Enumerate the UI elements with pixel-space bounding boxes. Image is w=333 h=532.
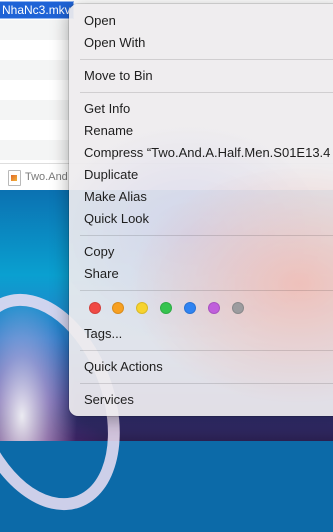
menu-item-compress[interactable]: Compress “Two.And.A.Half.Men.S01E13.4 — [84, 144, 330, 162]
menu-item-services[interactable]: Services — [84, 391, 134, 409]
tag-green-dot[interactable] — [160, 302, 172, 314]
menu-separator — [80, 290, 333, 291]
menu-item-open-with[interactable]: Open With — [84, 34, 145, 52]
tag-blue-dot[interactable] — [184, 302, 196, 314]
menu-separator — [80, 59, 333, 60]
path-file-label[interactable]: Two.And — [25, 171, 68, 183]
tag-purple-dot[interactable] — [208, 302, 220, 314]
menu-separator — [80, 235, 333, 236]
menu-item-move-to-bin[interactable]: Move to Bin — [84, 67, 153, 85]
menu-item-get-info[interactable]: Get Info — [84, 100, 130, 118]
selected-filename[interactable]: NhaNc3.mkv — [0, 1, 74, 19]
menu-item-make-alias[interactable]: Make Alias — [84, 188, 147, 206]
context-menu: Open Open With Move to Bin Get Info Rena… — [69, 4, 333, 416]
tag-gray-dot[interactable] — [232, 302, 244, 314]
menu-item-duplicate[interactable]: Duplicate — [84, 166, 138, 184]
menu-separator — [80, 350, 333, 351]
menu-item-rename[interactable]: Rename — [84, 122, 133, 140]
menu-item-share[interactable]: Share — [84, 265, 119, 283]
menu-item-quick-actions[interactable]: Quick Actions — [84, 358, 163, 376]
tag-orange-dot[interactable] — [112, 302, 124, 314]
menu-item-copy[interactable]: Copy — [84, 243, 114, 261]
menu-item-quick-look[interactable]: Quick Look — [84, 210, 149, 228]
tag-red-dot[interactable] — [89, 302, 101, 314]
menu-item-open[interactable]: Open — [84, 12, 116, 30]
menu-item-tags[interactable]: Tags... — [84, 325, 122, 343]
tag-yellow-dot[interactable] — [136, 302, 148, 314]
video-file-icon — [8, 170, 21, 186]
menu-separator — [80, 92, 333, 93]
menu-separator — [80, 383, 333, 384]
